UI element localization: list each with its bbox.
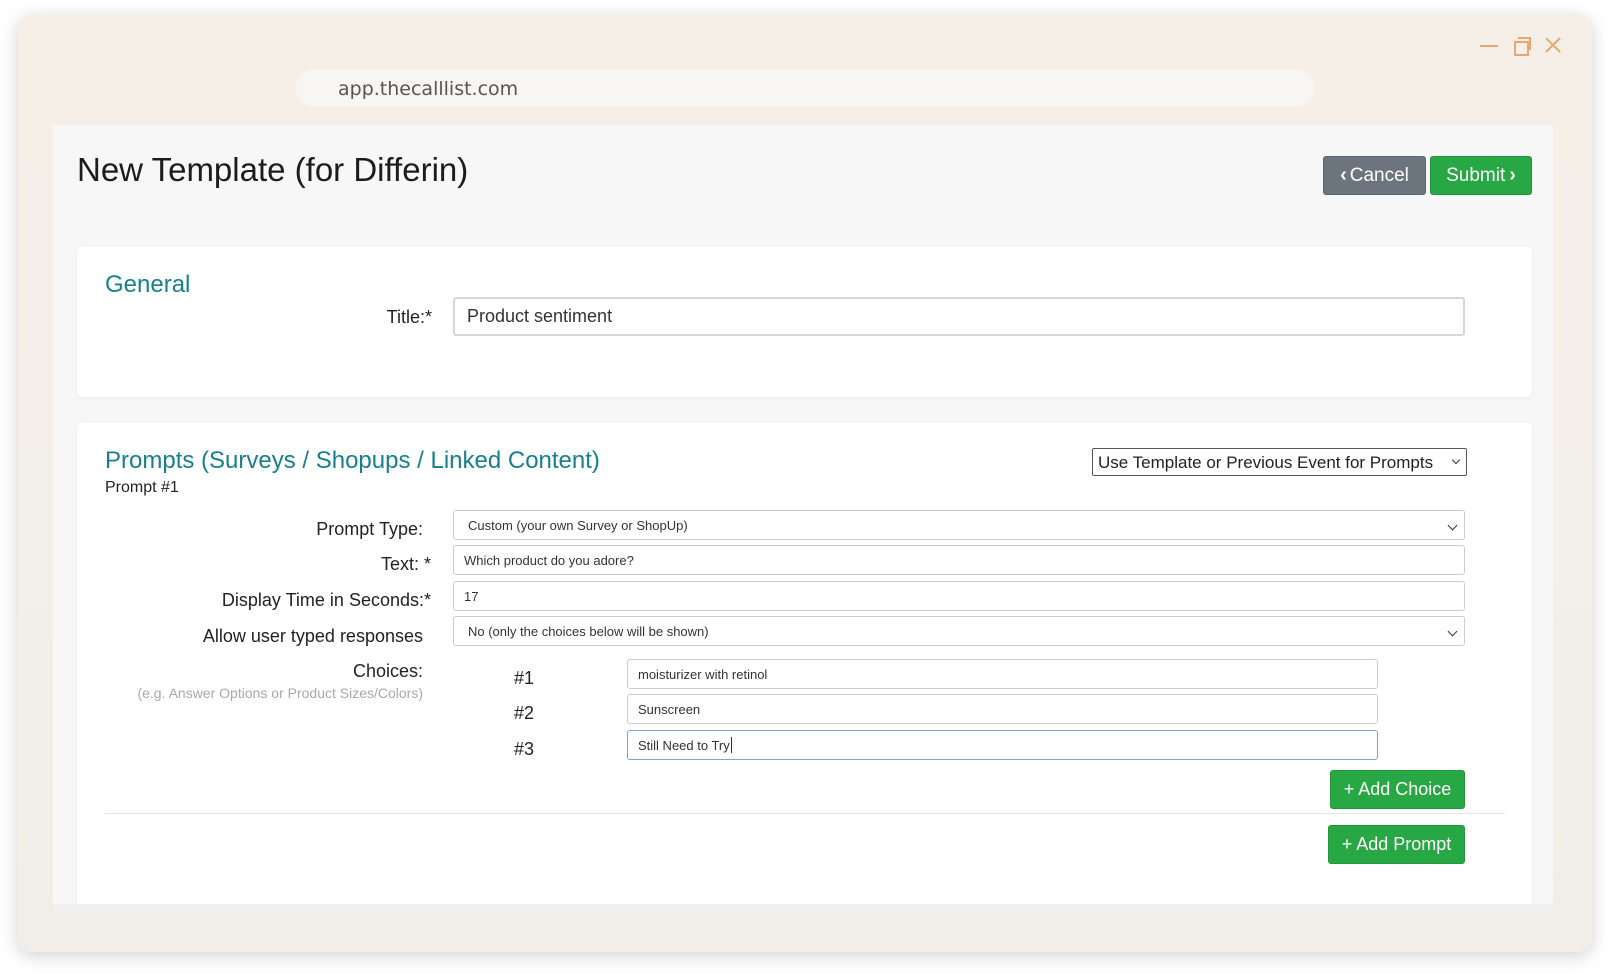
address-bar[interactable]: app.thecalllist.com bbox=[296, 70, 1314, 106]
prompt-type-value: Custom (your own Survey or ShopUp) bbox=[468, 517, 688, 533]
prompts-card: Prompts (Surveys / Shopups / Linked Cont… bbox=[77, 423, 1532, 910]
choices-label: Choices: bbox=[352, 661, 423, 681]
text-cursor bbox=[730, 737, 732, 753]
divider bbox=[105, 813, 1505, 814]
page-content: New Template (for Differin) ‹ Cancel Sub… bbox=[53, 125, 1553, 910]
submit-button[interactable]: Submit › bbox=[1430, 156, 1532, 195]
prompt-type-label: Prompt Type: bbox=[316, 519, 423, 539]
close-icon[interactable] bbox=[1544, 36, 1562, 54]
general-card: General Title:* Product sentiment bbox=[77, 247, 1532, 397]
cancel-button-label: Cancel bbox=[1349, 164, 1409, 186]
chevron-right-icon: › bbox=[1509, 164, 1516, 186]
add-choice-button[interactable]: + Add Choice bbox=[1330, 770, 1465, 809]
choice-input[interactable]: Sunscreen bbox=[627, 694, 1378, 724]
typed-responses-select[interactable]: No (only the choices below will be shown… bbox=[453, 616, 1465, 646]
title-label: Title:* bbox=[386, 307, 432, 327]
prompts-heading: Prompts (Surveys / Shopups / Linked Cont… bbox=[105, 447, 600, 474]
title-input[interactable]: Product sentiment bbox=[453, 297, 1465, 336]
template-select[interactable]: Use Template or Previous Event for Promp… bbox=[1092, 448, 1467, 476]
general-heading: General bbox=[105, 271, 191, 298]
page-bottom-edge bbox=[53, 904, 1553, 912]
typed-responses-label: Allow user typed responses bbox=[202, 626, 423, 646]
display-time-label: Display Time in Seconds:* bbox=[221, 590, 431, 610]
minimize-icon[interactable] bbox=[1480, 36, 1498, 54]
chevron-left-icon: ‹ bbox=[1340, 164, 1347, 186]
typed-responses-value: No (only the choices below will be shown… bbox=[468, 623, 709, 639]
display-time-input[interactable]: 17 bbox=[453, 581, 1465, 611]
choice-input-value: Still Need to Try bbox=[638, 737, 730, 753]
restore-icon[interactable] bbox=[1512, 36, 1531, 56]
prompt-type-select[interactable]: Custom (your own Survey or ShopUp) bbox=[453, 510, 1465, 540]
text-input[interactable]: Which product do you adore? bbox=[453, 545, 1465, 575]
submit-button-label: Submit bbox=[1446, 164, 1506, 186]
choices-hint: (e.g. Answer Options or Product Sizes/Co… bbox=[137, 685, 423, 701]
choice-input-focused[interactable]: Still Need to Try bbox=[627, 730, 1378, 760]
choice-number: #1 bbox=[513, 668, 535, 688]
text-label: Text: * bbox=[380, 554, 431, 574]
cancel-button[interactable]: ‹ Cancel bbox=[1323, 156, 1426, 195]
prompt-number: Prompt #1 bbox=[105, 479, 179, 496]
choice-number: #2 bbox=[513, 703, 535, 723]
add-prompt-button[interactable]: + Add Prompt bbox=[1328, 825, 1465, 864]
window-controls bbox=[1480, 36, 1562, 56]
choice-number: #3 bbox=[513, 739, 535, 759]
choice-input[interactable]: moisturizer with retinol bbox=[627, 659, 1378, 689]
page-title: New Template (for Differin) bbox=[77, 151, 469, 188]
